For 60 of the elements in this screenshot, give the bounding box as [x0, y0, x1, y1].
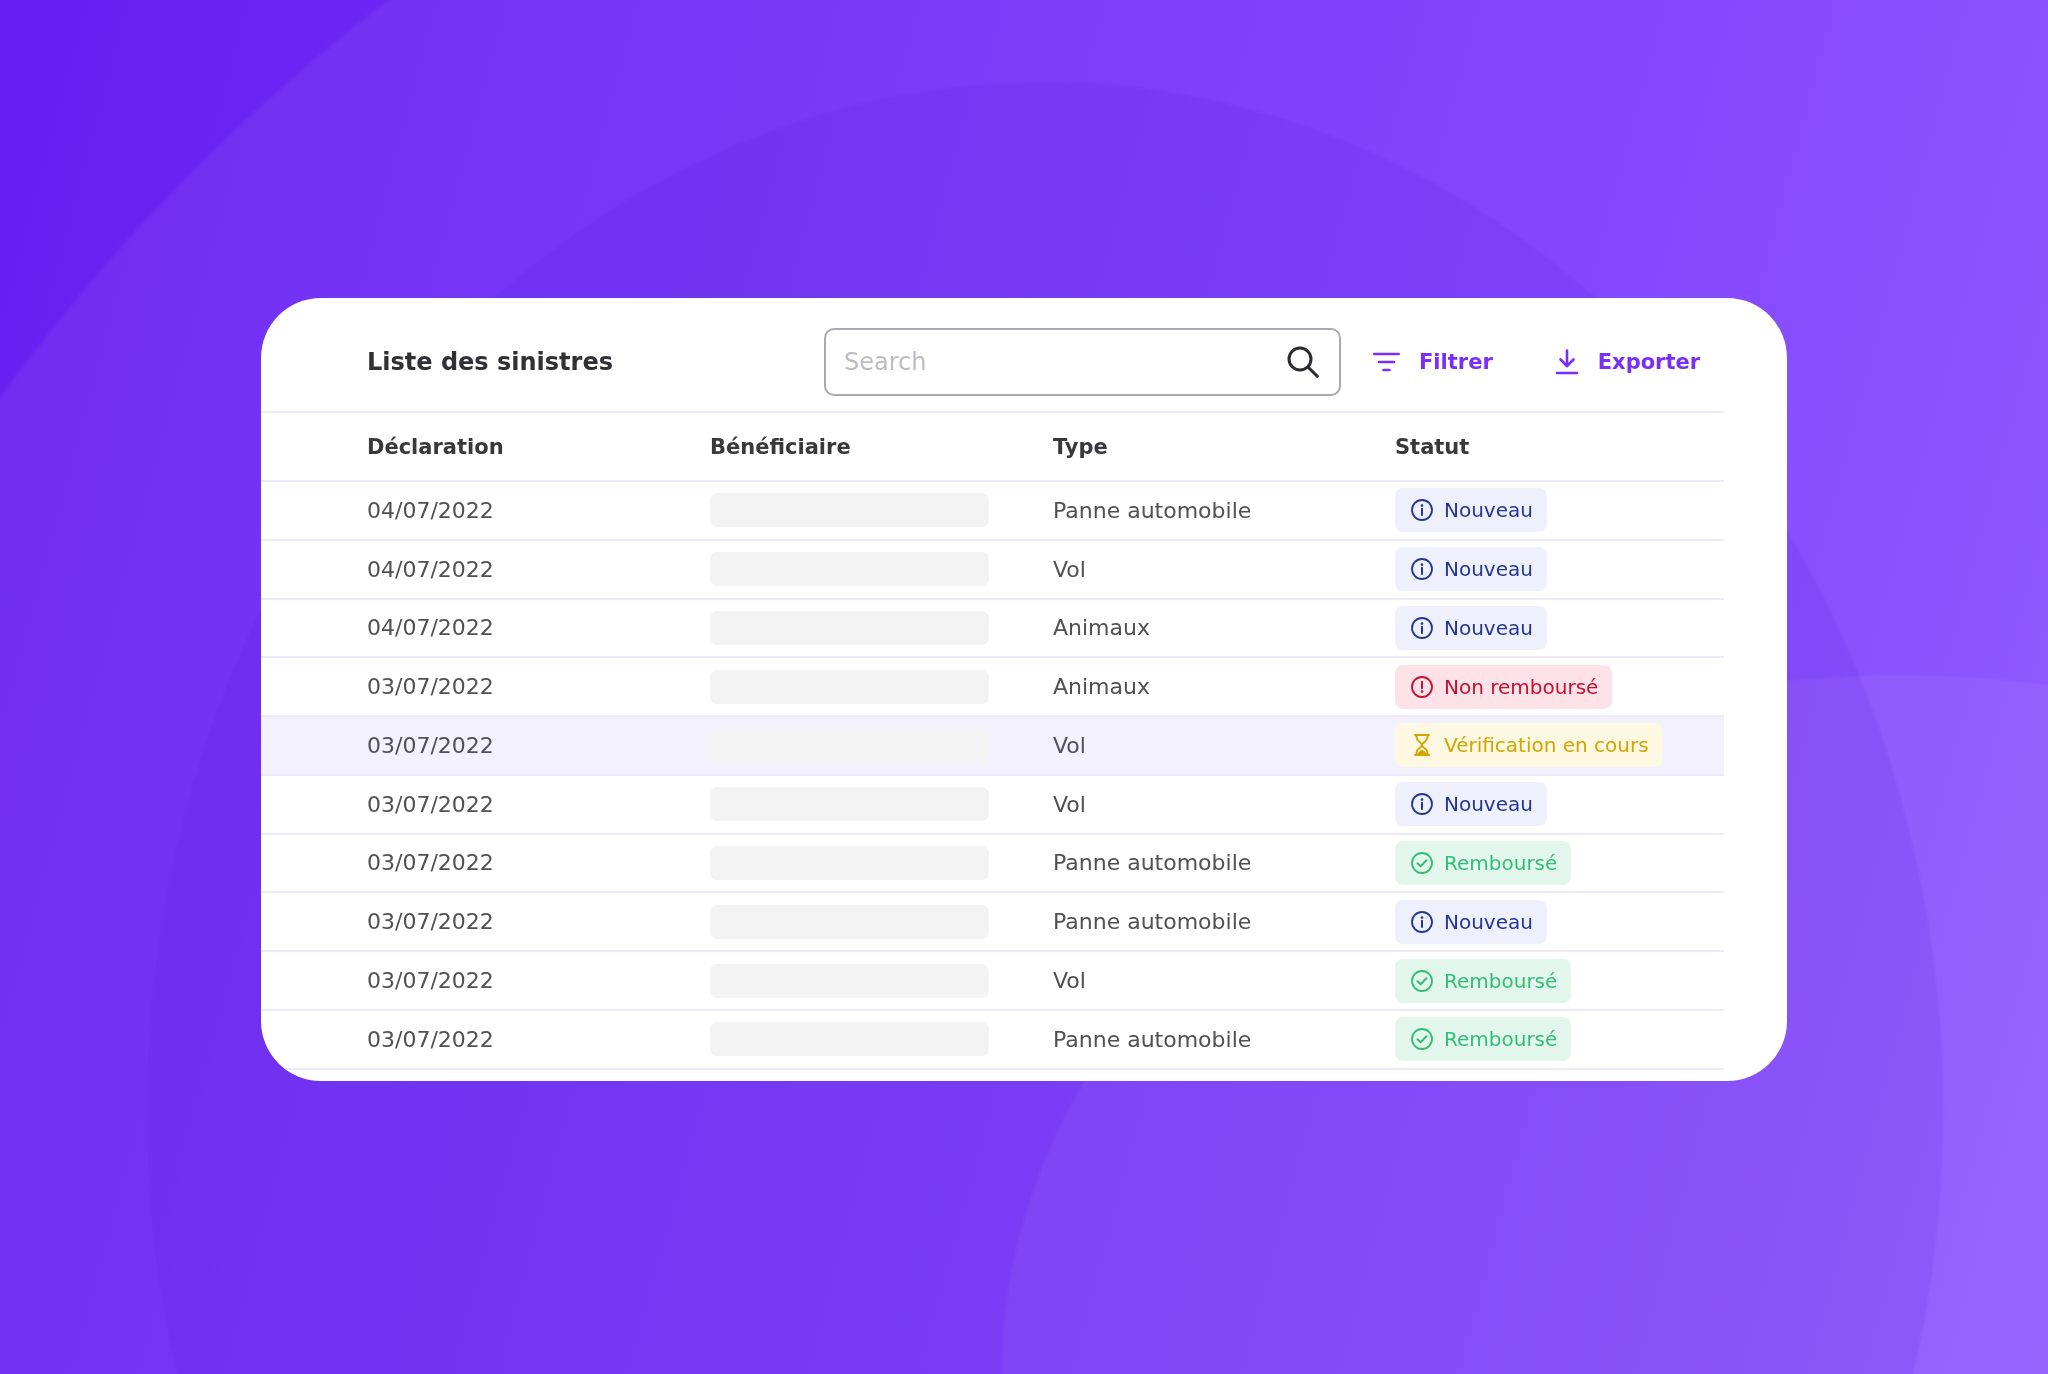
- table-cell: 03/07/2022: [367, 968, 494, 993]
- check-circle-icon: [1411, 851, 1433, 874]
- status-label: Remboursé: [1444, 968, 1558, 993]
- alert-circle-icon: [1411, 675, 1433, 698]
- table-row[interactable]: 03/07/2022 Vol Remboursé: [261, 952, 1724, 1011]
- export-button[interactable]: Exporter: [1554, 349, 1701, 375]
- table-cell: Panne automobile: [1053, 1026, 1252, 1052]
- status-label: Remboursé: [1444, 1027, 1558, 1052]
- table-cell: Panne automobile: [1053, 850, 1252, 876]
- info-icon: [1411, 793, 1433, 816]
- table-cell: Vol: [1053, 968, 1086, 993]
- check-circle-icon: [1411, 1028, 1433, 1051]
- table-cell: 04/07/2022: [367, 615, 494, 641]
- table-cell: Vol: [1053, 556, 1086, 582]
- status-label: Vérification en cours: [1444, 733, 1649, 758]
- info-icon: [1411, 558, 1433, 581]
- status-label: Remboursé: [1444, 850, 1558, 875]
- info-icon: [1411, 499, 1433, 522]
- table-row[interactable]: 04/07/2022 Animaux Nouveau: [261, 599, 1724, 659]
- status-label: Nouveau: [1444, 557, 1533, 582]
- table-row[interactable]: 04/07/2022 Panne automobile Nouveau: [261, 482, 1724, 541]
- search-icon: [1287, 346, 1319, 378]
- column-header: Type: [1053, 434, 1108, 459]
- table-row[interactable]: 03/07/2022 Vol Vérification en cours: [261, 717, 1724, 776]
- column-header: Déclaration: [367, 434, 504, 459]
- table-cell: Vol: [1053, 732, 1086, 758]
- table-cell: Vol: [1053, 791, 1086, 817]
- column-header: Bénéficiaire: [710, 434, 851, 459]
- status-label: Nouveau: [1444, 615, 1533, 640]
- filter-icon: [1373, 352, 1400, 372]
- table-row[interactable]: 03/07/2022 Panne automobile Remboursé: [261, 834, 1724, 894]
- table-cell: Panne automobile: [1053, 909, 1252, 935]
- status-label: Nouveau: [1444, 792, 1533, 817]
- table-row[interactable]: 03/07/2022 Vol Nouveau: [261, 775, 1724, 835]
- table-row[interactable]: 04/07/2022 Vol Nouveau: [261, 540, 1724, 600]
- table-cell: 03/07/2022: [367, 909, 494, 935]
- status-label: Nouveau: [1444, 498, 1533, 523]
- table-row[interactable]: 03/07/2022 Panne automobile Nouveau: [261, 893, 1724, 953]
- table-row[interactable]: 03/07/2022 Panne automobile Remboursé: [261, 1010, 1724, 1070]
- table-cell: 03/07/2022: [367, 732, 494, 758]
- filter-button[interactable]: Filtrer: [1373, 350, 1493, 374]
- table-cell: 03/07/2022: [367, 850, 494, 876]
- status-label: Non remboursé: [1444, 674, 1599, 699]
- table-cell: 03/07/2022: [367, 791, 494, 817]
- table-cell: Animaux: [1053, 615, 1150, 641]
- table-cell: 04/07/2022: [367, 497, 494, 523]
- search-field[interactable]: Search: [824, 328, 1341, 396]
- table-cell: 04/07/2022: [367, 556, 494, 582]
- column-header: Statut: [1395, 434, 1470, 459]
- info-icon: [1411, 910, 1433, 933]
- check-circle-icon: [1411, 969, 1433, 992]
- table-cell: Panne automobile: [1053, 497, 1252, 523]
- hourglass-icon: [1414, 734, 1430, 757]
- page-title: Liste des sinistres: [367, 348, 613, 376]
- table-cell: Animaux: [1053, 674, 1150, 700]
- table-cell: 03/07/2022: [367, 1026, 494, 1052]
- status-label: Nouveau: [1444, 909, 1533, 934]
- table-cell: 03/07/2022: [367, 674, 494, 700]
- download-icon: [1554, 349, 1579, 375]
- info-icon: [1411, 616, 1433, 639]
